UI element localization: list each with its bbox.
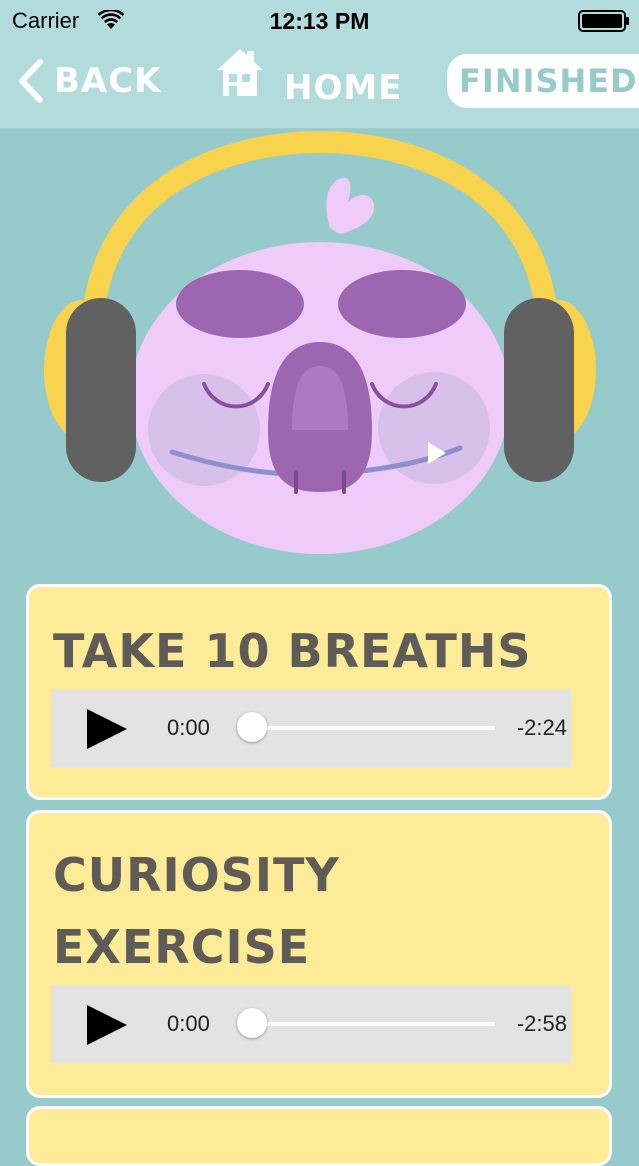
home-label: HOME: [284, 68, 403, 108]
status-bar: Carrier 12:13 PM: [0, 0, 639, 40]
nav-bar: BACK HOME FINISHED: [0, 40, 639, 129]
slider-thumb[interactable]: [237, 712, 267, 742]
exercise-title: TAKE 10 BREATHS: [53, 624, 532, 678]
play-icon[interactable]: [85, 1003, 129, 1047]
progress-slider[interactable]: [251, 1022, 495, 1026]
back-label: BACK: [54, 61, 162, 101]
slider-thumb[interactable]: [237, 1008, 267, 1038]
koala-headphones-illustration: [44, 130, 596, 554]
remaining-time: -2:24: [516, 715, 567, 740]
exercise-title-line: EXERCISE: [53, 920, 311, 974]
remaining-time: -2:58: [516, 1011, 567, 1036]
chevron-left-icon: [19, 59, 43, 103]
house-icon: [217, 49, 263, 96]
finished-button[interactable]: FINISHED: [447, 54, 639, 108]
play-icon[interactable]: [85, 707, 129, 751]
exercise-card: TAKE 10 BREATHS 0:00 -2:24: [26, 584, 612, 800]
elapsed-time: 0:00: [167, 1011, 210, 1036]
audio-player: 0:00 -2:24: [51, 689, 571, 767]
finished-label: FINISHED: [459, 62, 638, 100]
exercise-title-line: CURIOSITY: [53, 848, 340, 902]
battery-icon: [578, 10, 629, 32]
audio-player: 0:00 -2:58: [51, 985, 571, 1063]
back-button[interactable]: BACK: [16, 56, 162, 106]
exercise-title: CURIOSITY EXERCISE: [53, 839, 340, 983]
status-clock: 12:13 PM: [269, 8, 370, 34]
exercise-card: CURIOSITY EXERCISE 0:00 -2:58: [26, 810, 612, 1098]
exercise-card: [26, 1106, 612, 1166]
progress-slider[interactable]: [251, 726, 495, 730]
elapsed-time: 0:00: [167, 715, 210, 740]
